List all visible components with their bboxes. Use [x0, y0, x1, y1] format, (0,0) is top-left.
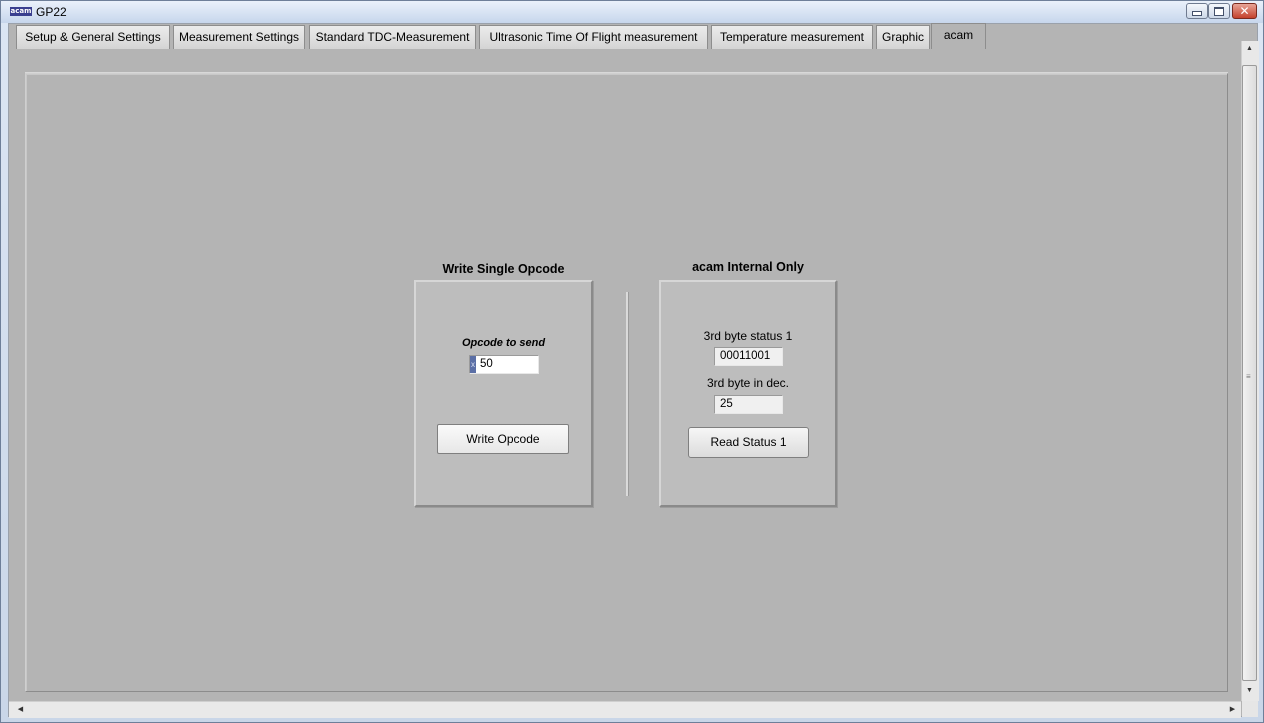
read-status-button[interactable]: Read Status 1 [688, 427, 809, 458]
scroll-up-icon[interactable]: ▲ [1242, 45, 1257, 52]
scroll-right-icon[interactable]: ▶ [1225, 705, 1240, 713]
window-title: GP22 [36, 5, 67, 19]
opcode-value: 50 [480, 358, 493, 370]
dec-label: 3rd byte in dec. [706, 376, 790, 390]
opcode-input[interactable]: x 50 [469, 355, 539, 374]
tab-measurement-settings[interactable]: Measurement Settings [173, 25, 305, 49]
tab-graphic[interactable]: Graphic [876, 25, 930, 49]
internal-title: acam Internal Only [692, 260, 804, 274]
radix-indicator[interactable]: x [470, 356, 476, 373]
minimize-button[interactable] [1186, 3, 1208, 19]
write-opcode-button[interactable]: Write Opcode [437, 424, 569, 454]
close-button[interactable]: ✕ [1232, 3, 1257, 19]
maximize-icon [1214, 6, 1224, 16]
tab-temperature-measurement[interactable]: Temperature measurement [711, 25, 873, 49]
app-window: acam GP22 ✕ Setup & General Settings Mea… [0, 0, 1264, 723]
tab-acam[interactable]: acam [931, 23, 986, 49]
opcode-label: Opcode to send [461, 337, 546, 349]
title-bar[interactable]: acam GP22 ✕ [1, 1, 1263, 23]
internal-box [659, 280, 837, 507]
write-opcode-title: Write Single Opcode [442, 262, 565, 276]
resize-grip[interactable] [1242, 701, 1258, 717]
write-opcode-box [414, 280, 593, 507]
scroll-down-icon[interactable]: ▼ [1242, 687, 1257, 694]
dec-field: 25 [714, 395, 783, 414]
scroll-grip-icon: ≡ [1246, 372, 1251, 381]
close-icon: ✕ [1239, 4, 1250, 18]
section-divider [626, 292, 629, 496]
status-field: 00011001 [714, 347, 783, 366]
acam-logo-icon: acam [10, 7, 32, 16]
maximize-button[interactable] [1208, 3, 1230, 19]
horizontal-scrollbar[interactable] [9, 701, 1241, 718]
tab-standard-tdc-measurement[interactable]: Standard TDC-Measurement [309, 25, 476, 49]
minimize-icon [1192, 11, 1202, 16]
tab-ultrasonic-time-of-flight[interactable]: Ultrasonic Time Of Flight measurement [479, 25, 708, 49]
tab-setup-general-settings[interactable]: Setup & General Settings [16, 25, 170, 49]
status-label: 3rd byte status 1 [703, 329, 793, 343]
scroll-left-icon[interactable]: ◀ [13, 705, 28, 713]
